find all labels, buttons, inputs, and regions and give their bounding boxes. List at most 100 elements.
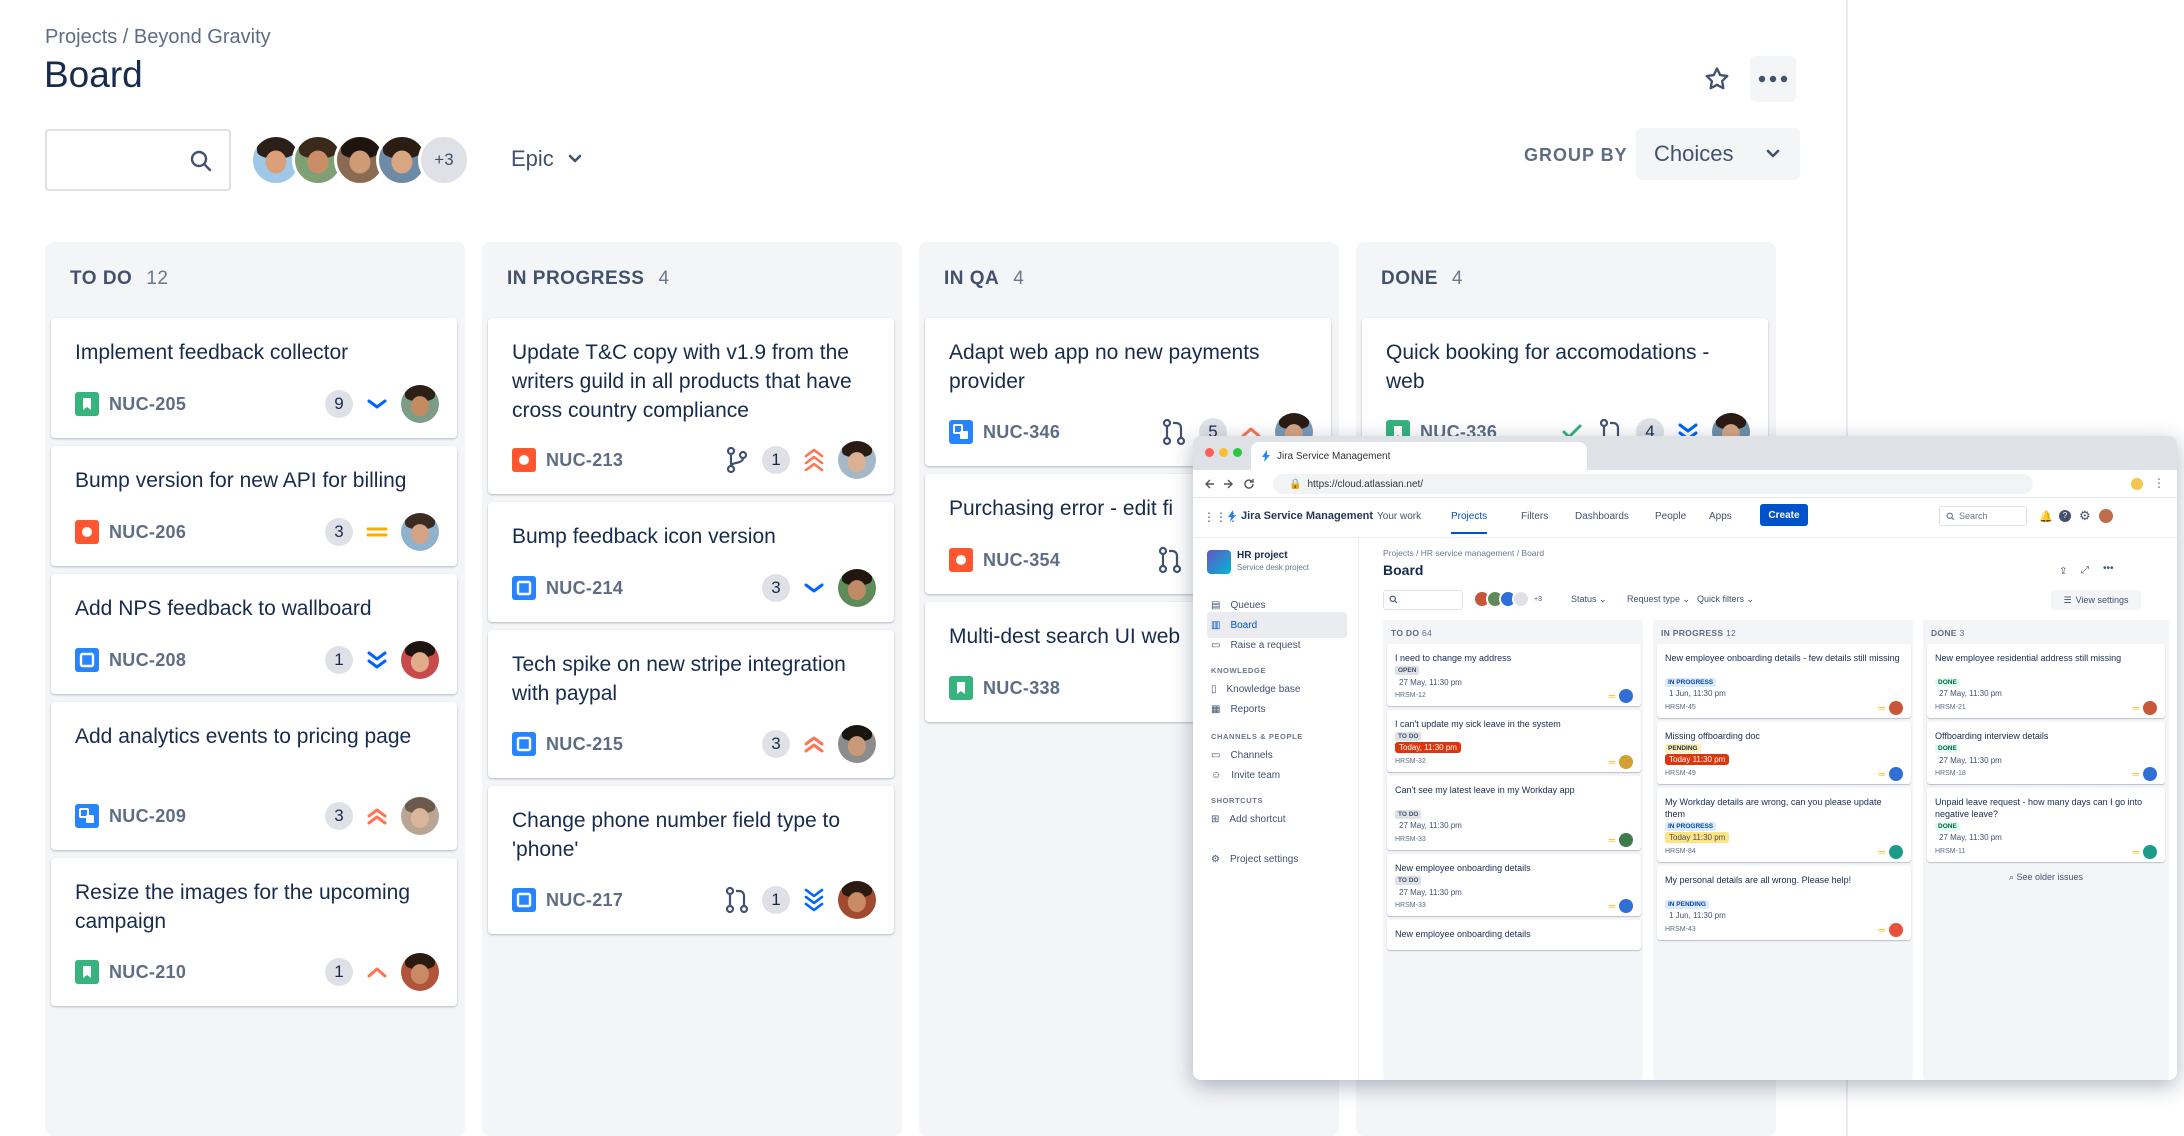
- issue-key[interactable]: NUC-346: [983, 422, 1060, 443]
- request-card[interactable]: New employee onboarding details - few de…: [1657, 644, 1911, 718]
- more-actions-button[interactable]: [1750, 56, 1796, 102]
- request-card[interactable]: My personal details are all wrong. Pleas…: [1657, 866, 1911, 940]
- back-icon[interactable]: [1203, 478, 1215, 490]
- issue-key[interactable]: HRSM-45: [1665, 704, 1696, 711]
- nav-apps[interactable]: Apps: [1709, 511, 1732, 522]
- more-avatars[interactable]: +3: [418, 134, 470, 186]
- issue-key[interactable]: NUC-354: [983, 550, 1060, 571]
- share-icon[interactable]: ⇪: [2059, 566, 2067, 577]
- help-icon[interactable]: ?: [2059, 510, 2071, 522]
- expand-icon[interactable]: ⤢: [2081, 565, 2089, 576]
- user-avatar[interactable]: [2099, 509, 2113, 523]
- settings-icon[interactable]: ⚙: [2079, 508, 2091, 524]
- group-by-select[interactable]: Choices: [1636, 128, 1800, 180]
- forward-icon[interactable]: [1223, 478, 1235, 490]
- issue-key[interactable]: HRSM-18: [1935, 770, 1966, 777]
- nav-dashboards[interactable]: Dashboards: [1575, 511, 1629, 522]
- assignee-avatar[interactable]: [1619, 689, 1633, 703]
- assignee-avatar[interactable]: [1889, 701, 1903, 715]
- issue-card[interactable]: Add NPS feedback to wallboard NUC-208 1: [51, 574, 457, 694]
- search-input[interactable]: [45, 129, 231, 191]
- sidebar-item-raise-request[interactable]: ▭ Raise a request: [1207, 632, 1347, 658]
- refresh-icon[interactable]: [1243, 478, 1255, 490]
- nav-your-work[interactable]: Your work: [1377, 511, 1421, 522]
- notifications-icon[interactable]: 🔔: [2039, 510, 2053, 523]
- assignee-avatar[interactable]: [2143, 767, 2157, 781]
- close-window-icon[interactable]: [1205, 448, 1214, 457]
- view-settings-button[interactable]: ☰ View settings: [2051, 590, 2141, 610]
- request-type-filter[interactable]: Request type ⌄: [1627, 594, 1690, 605]
- issue-key[interactable]: NUC-208: [109, 650, 186, 671]
- assignee-avatar[interactable]: [401, 797, 439, 835]
- issue-key[interactable]: HRSM-32: [1395, 758, 1426, 765]
- avatar[interactable]: [1512, 590, 1530, 608]
- nav-projects[interactable]: Projects: [1451, 511, 1488, 534]
- issue-card[interactable]: Tech spike on new stripe integration wit…: [488, 630, 894, 778]
- assignee-avatar[interactable]: [1889, 923, 1903, 937]
- issue-key[interactable]: NUC-209: [109, 806, 186, 827]
- issue-key[interactable]: NUC-205: [109, 394, 186, 415]
- issue-card[interactable]: Update T&C copy with v1.9 from the write…: [488, 318, 894, 494]
- issue-key[interactable]: HRSM-21: [1935, 704, 1966, 711]
- nav-people[interactable]: People: [1655, 511, 1686, 522]
- assignee-avatar[interactable]: [838, 441, 876, 479]
- assignee-avatar[interactable]: [1619, 755, 1633, 769]
- epic-filter[interactable]: Epic: [511, 146, 582, 172]
- star-button[interactable]: [1694, 56, 1740, 102]
- minimize-window-icon[interactable]: [1219, 448, 1228, 457]
- issue-key[interactable]: HRSM-33: [1395, 902, 1426, 909]
- assignee-avatar[interactable]: [401, 513, 439, 551]
- assignee-avatar[interactable]: [838, 569, 876, 607]
- issue-key[interactable]: NUC-214: [546, 578, 623, 599]
- request-card[interactable]: Missing offboarding doc PENDING Today 11…: [1657, 722, 1911, 784]
- issue-key[interactable]: NUC-210: [109, 962, 186, 983]
- assignee-avatar[interactable]: [1889, 767, 1903, 781]
- inset-breadcrumb[interactable]: Projects / HR service management / Board: [1383, 548, 1544, 558]
- issue-card[interactable]: Change phone number field type to 'phone…: [488, 786, 894, 934]
- sidebar-item-invite-team[interactable]: ☺ Invite team: [1207, 762, 1347, 788]
- issue-key[interactable]: HRSM-33: [1395, 836, 1426, 843]
- request-card[interactable]: I can't update my sick leave in the syst…: [1387, 710, 1641, 772]
- issue-card[interactable]: Bump feedback icon version NUC-214 3: [488, 502, 894, 622]
- request-card[interactable]: New employee onboarding details: [1387, 920, 1641, 950]
- issue-key[interactable]: NUC-338: [983, 678, 1060, 699]
- issue-key[interactable]: NUC-213: [546, 450, 623, 471]
- browser-menu-icon[interactable]: ⋮: [2153, 476, 2165, 490]
- request-card[interactable]: New employee residential address still m…: [1927, 644, 2165, 718]
- assignee-avatar[interactable]: [401, 641, 439, 679]
- request-card[interactable]: Offboarding interview details DONE 27 Ma…: [1927, 722, 2165, 784]
- profile-icon[interactable]: [2131, 478, 2143, 490]
- request-card[interactable]: I need to change my address OPEN 27 May,…: [1387, 644, 1641, 706]
- assignee-avatar[interactable]: [401, 385, 439, 423]
- url-field[interactable]: 🔒 https://cloud.atlassian.net/: [1273, 474, 2033, 494]
- more-avatars[interactable]: +3: [1529, 590, 1547, 608]
- issue-key[interactable]: NUC-215: [546, 734, 623, 755]
- issue-card[interactable]: Add analytics events to pricing page NUC…: [51, 702, 457, 850]
- request-card[interactable]: Unpaid leave request - how many days can…: [1927, 788, 2165, 862]
- assignee-avatar[interactable]: [2143, 845, 2157, 859]
- assignee-avatar[interactable]: [1889, 845, 1903, 859]
- avatar-group[interactable]: +3: [250, 134, 470, 188]
- sidebar-item-add-shortcut[interactable]: ⊞ Add shortcut: [1207, 806, 1347, 832]
- see-older-issues-link[interactable]: ⌕ See older issues: [1923, 872, 2169, 883]
- nav-filters[interactable]: Filters: [1521, 511, 1548, 522]
- assignee-avatar[interactable]: [2143, 701, 2157, 715]
- issue-card[interactable]: Bump version for new API for billing NUC…: [51, 446, 457, 566]
- issue-key[interactable]: NUC-217: [546, 890, 623, 911]
- issue-key[interactable]: HRSM-12: [1395, 692, 1426, 699]
- issue-key[interactable]: HRSM-49: [1665, 770, 1696, 777]
- inset-avatar-group[interactable]: +3: [1473, 590, 1547, 608]
- issue-key[interactable]: HRSM-84: [1665, 848, 1696, 855]
- sidebar-item-reports[interactable]: ▦ Reports: [1207, 696, 1347, 722]
- assignee-avatar[interactable]: [1619, 833, 1633, 847]
- request-card[interactable]: My Workday details are wrong, can you pl…: [1657, 788, 1911, 862]
- assignee-avatar[interactable]: [838, 881, 876, 919]
- request-card[interactable]: New employee onboarding details TO DO 27…: [1387, 854, 1641, 916]
- global-search-input[interactable]: Search: [1939, 506, 2027, 526]
- more-icon[interactable]: •••: [2103, 563, 2114, 574]
- issue-key[interactable]: HRSM-43: [1665, 926, 1696, 933]
- create-button[interactable]: Create: [1760, 504, 1808, 526]
- issue-key[interactable]: NUC-206: [109, 522, 186, 543]
- board-search-input[interactable]: [1383, 590, 1463, 610]
- browser-tab[interactable]: Jira Service Management: [1251, 442, 1587, 470]
